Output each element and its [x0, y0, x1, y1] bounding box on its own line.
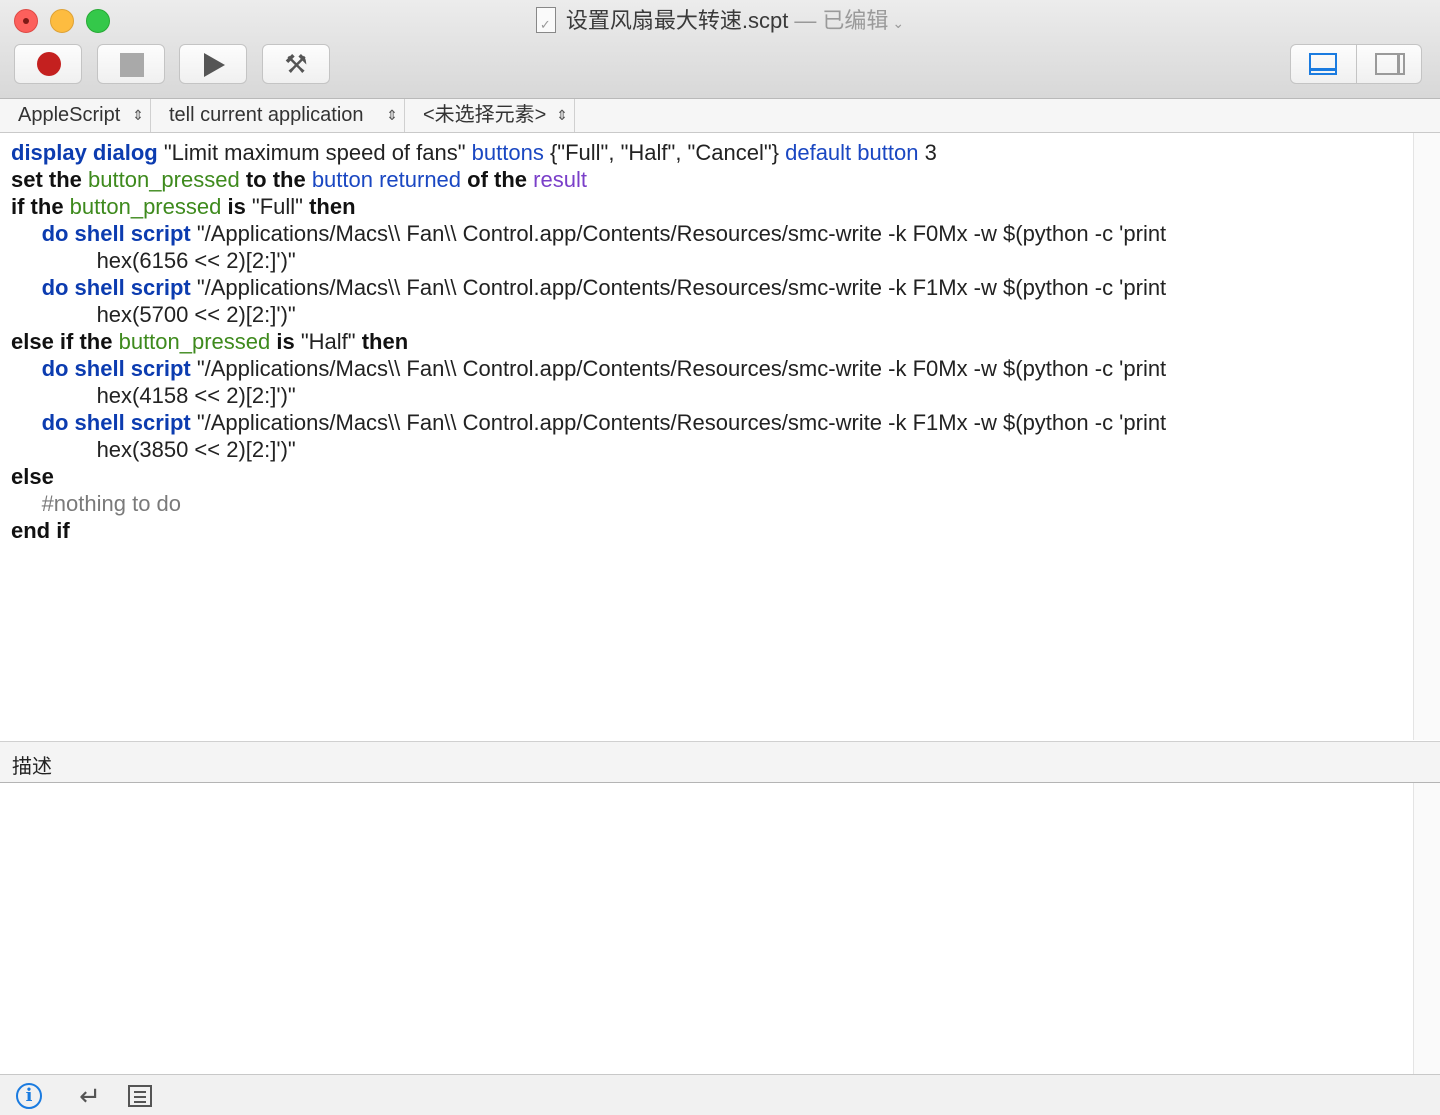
element-label: <未选择元素> [423, 104, 547, 126]
code-line: end if [11, 517, 1166, 544]
description-tab-label[interactable]: 描述 [12, 750, 52, 779]
script-editor[interactable]: display dialog "Limit maximum speed of f… [0, 133, 1413, 740]
code-line: do shell script "/Applications/Macs\\ Fa… [11, 220, 1167, 247]
title-bar: 设置风扇最大转速.scpt—已编辑⌄ ⚒ [0, 0, 1440, 99]
code-line: display dialog "Limit maximum speed of f… [11, 139, 1166, 166]
toggle-side-pane-button[interactable] [1357, 45, 1422, 83]
edited-status: 已编辑 [822, 8, 889, 33]
code-token: "/Applications/Macs\\ Fan\\ Control.app/… [190, 410, 1167, 435]
navigation-bar: AppleScript ⇕ tell current application ⇕… [0, 99, 1440, 133]
description-scrollbar[interactable] [1413, 783, 1440, 1074]
code-token: hex(5700 << 2)[2:]')" [11, 302, 296, 327]
script-document-icon [535, 7, 556, 40]
code-token: if the [11, 194, 70, 219]
code-token: is [270, 329, 301, 354]
code-token: hex(6156 << 2)[2:]')" [11, 248, 296, 273]
list-icon[interactable] [128, 1085, 152, 1107]
stop-icon [120, 53, 144, 77]
code-line: hex(5700 << 2)[2:]')" [11, 301, 1166, 328]
code-token: button returned [311, 167, 462, 192]
code-token: hex(4158 << 2)[2:]')" [11, 383, 296, 408]
window-title-text: 设置风扇最大转速.scpt [565, 8, 789, 33]
code-line: hex(3850 << 2)[2:]')" [11, 436, 1166, 463]
code-token: "Half" [300, 329, 362, 354]
code-line: do shell script "/Applications/Macs\\ Fa… [11, 409, 1167, 436]
code-token: else [11, 464, 54, 489]
code-token: hex(3850 << 2)[2:]')" [11, 437, 296, 462]
view-segmented-control[interactable] [1290, 44, 1422, 84]
play-icon [204, 53, 225, 77]
script-code[interactable]: display dialog "Limit maximum speed of f… [11, 139, 1166, 544]
code-token: default button [785, 140, 919, 165]
code-token: button_pressed [88, 167, 240, 192]
code-token: then [309, 194, 356, 219]
editor-scrollbar[interactable] [1413, 133, 1440, 740]
code-line: hex(6156 << 2)[2:]')" [11, 247, 1166, 274]
code-token: buttons [471, 140, 544, 165]
updown-arrows-icon: ⇕ [556, 107, 568, 123]
code-token: "Limit maximum speed of fans" [157, 140, 472, 165]
code-token: #nothing to do [41, 491, 182, 516]
code-token: result [533, 167, 587, 192]
toggle-bottom-pane-button[interactable] [1291, 45, 1357, 83]
code-token: do shell script [41, 275, 191, 300]
code-token: button_pressed [118, 329, 271, 354]
code-line: else if the button_pressed is "Half" the… [11, 328, 1166, 355]
code-token: "/Applications/Macs\\ Fan\\ Control.app/… [190, 275, 1167, 300]
description-text-area[interactable] [0, 783, 1413, 1074]
hammer-icon: ⚒ [284, 49, 308, 79]
code-line: do shell script "/Applications/Macs\\ Fa… [11, 355, 1167, 382]
return-arrow-icon[interactable]: ↵ [75, 1081, 105, 1111]
info-icon[interactable]: i [16, 1083, 42, 1109]
code-token: "Full" [251, 194, 310, 219]
updown-arrows-icon: ⇕ [386, 107, 398, 123]
code-token: display dialog [11, 140, 158, 165]
code-token: else if the [11, 329, 119, 354]
record-button[interactable] [14, 44, 82, 84]
target-selector[interactable]: tell current application ⇕ [151, 99, 405, 132]
updown-arrows-icon: ⇕ [132, 107, 144, 123]
code-token: then [361, 329, 409, 354]
code-line: #nothing to do [11, 490, 1166, 517]
code-token: "/Applications/Macs\\ Fan\\ Control.app/… [190, 356, 1167, 381]
code-token: 3 [918, 140, 937, 165]
window-title[interactable]: 设置风扇最大转速.scpt—已编辑⌄ [0, 6, 1440, 40]
code-line: if the button_pressed is "Full" then [11, 193, 1166, 220]
code-token: is [221, 194, 252, 219]
code-token: {"Full", "Half", "Cancel"} [543, 140, 786, 165]
element-selector[interactable]: <未选择元素> ⇕ [405, 99, 575, 132]
language-selector[interactable]: AppleScript ⇕ [0, 99, 151, 132]
record-icon [37, 52, 61, 76]
compile-button[interactable]: ⚒ [262, 44, 330, 84]
code-line: else [11, 463, 1166, 490]
code-token: set the [11, 167, 89, 192]
language-label: AppleScript [18, 104, 121, 126]
target-label: tell current application [169, 104, 364, 126]
code-token: of the [461, 167, 534, 192]
title-separator: — [794, 8, 817, 33]
chevron-down-icon[interactable]: ⌄ [892, 15, 904, 31]
stop-button[interactable] [97, 44, 165, 84]
code-token: to the [239, 167, 312, 192]
run-button[interactable] [179, 44, 247, 84]
code-line: do shell script "/Applications/Macs\\ Fa… [11, 274, 1167, 301]
code-token: do shell script [41, 410, 191, 435]
code-token: button_pressed [69, 194, 222, 219]
code-token: "/Applications/Macs\\ Fan\\ Control.app/… [190, 221, 1167, 246]
bottom-toolbar: i ↵ [0, 1074, 1440, 1115]
code-token: do shell script [41, 221, 191, 246]
description-header: 描述 [0, 741, 1440, 783]
code-line: hex(4158 << 2)[2:]')" [11, 382, 1166, 409]
code-line: set the button_pressed to the button ret… [11, 166, 1166, 193]
code-token: do shell script [41, 356, 191, 381]
side-pane-icon [1375, 53, 1405, 75]
code-token: end if [11, 518, 70, 543]
bottom-pane-icon [1309, 53, 1337, 75]
